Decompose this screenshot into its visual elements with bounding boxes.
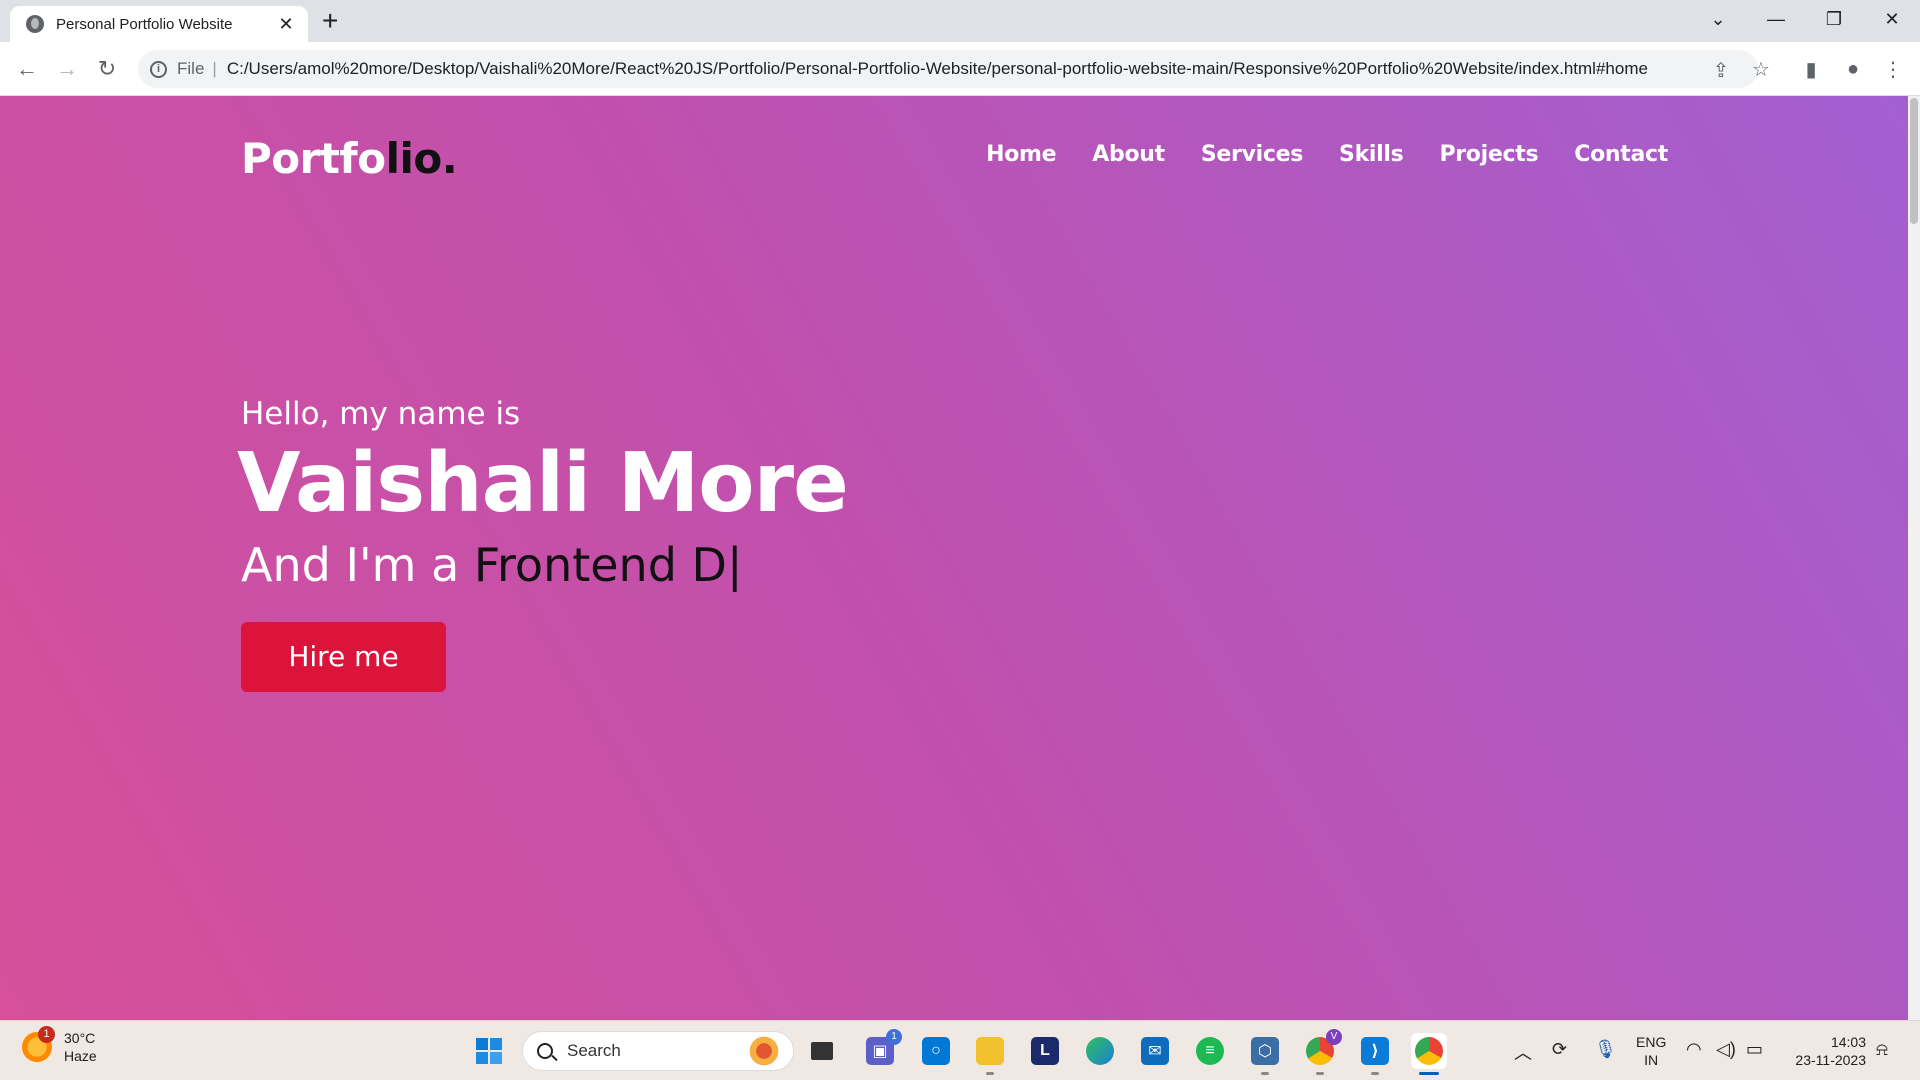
- logo-part-dark: lio.: [385, 134, 458, 183]
- hero-greeting: Hello, my name is: [241, 396, 521, 432]
- site-info-icon[interactable]: i: [150, 60, 167, 78]
- scrollbar-thumb[interactable]: [1910, 98, 1918, 224]
- hexagon-app-icon: ⬡: [1251, 1037, 1279, 1065]
- reload-icon[interactable]: ↻: [92, 54, 122, 84]
- file-explorer-app[interactable]: [972, 1033, 1008, 1075]
- windows-taskbar: 1 30°C Haze Search ▣ 1 ○ L ✉ ≡ ⬡ V ⟩ ︿ ⟳…: [0, 1020, 1920, 1080]
- cortana-ring-icon: ○: [922, 1037, 950, 1065]
- address-bar[interactable]: i File | C:/Users/amol%20more/Desktop/Va…: [138, 50, 1758, 88]
- page-scrollbar[interactable]: [1908, 96, 1920, 1020]
- globe-icon: [26, 15, 44, 33]
- hero-name: Vaishali More: [237, 436, 849, 531]
- edge-app[interactable]: [1082, 1033, 1118, 1069]
- hero-role-typed: Frontend D|: [473, 538, 743, 592]
- url-separator: |: [212, 59, 217, 78]
- hero-section: Hello, my name is Vaishali More And I'm …: [237, 396, 849, 692]
- active-indicator: [1419, 1072, 1439, 1075]
- browser-tab-strip: Personal Portfolio Website ✕ + ⌄ — ❐ ✕: [0, 0, 1920, 42]
- close-window-button[interactable]: ✕: [1864, 0, 1920, 38]
- spotify-icon: ≡: [1196, 1037, 1224, 1065]
- nav-projects[interactable]: Projects: [1439, 142, 1538, 167]
- windows-logo-icon: [476, 1038, 502, 1064]
- teams-badge: 1: [886, 1029, 902, 1045]
- tab-title: Personal Portfolio Website: [56, 15, 233, 33]
- language-indicator[interactable]: ENG IN: [1636, 1033, 1666, 1069]
- task-view-icon: [811, 1042, 833, 1060]
- chrome-profile-badge: V: [1326, 1029, 1342, 1045]
- url-scheme: File: [177, 59, 205, 78]
- system-clock[interactable]: 14:03 23-11-2023: [1786, 1033, 1866, 1069]
- main-nav: Home About Services Skills Projects Cont…: [986, 142, 1668, 167]
- task-view-button[interactable]: [804, 1033, 840, 1069]
- start-button[interactable]: [471, 1033, 507, 1069]
- launcher-app[interactable]: L: [1027, 1033, 1063, 1069]
- forward-arrow-icon[interactable]: →: [52, 54, 82, 84]
- hero-role-prefix: And I'm a: [241, 538, 474, 592]
- nav-about[interactable]: About: [1092, 142, 1165, 167]
- menu-kebab-icon[interactable]: ⋮: [1878, 54, 1908, 84]
- teams-app[interactable]: ▣ 1: [862, 1029, 902, 1069]
- cortana-app[interactable]: ○: [918, 1033, 954, 1069]
- close-tab-icon[interactable]: ✕: [276, 14, 296, 35]
- nav-contact[interactable]: Contact: [1574, 142, 1668, 167]
- hero-role: And I'm a Frontend D|: [241, 538, 848, 592]
- chrome-app-active[interactable]: [1411, 1033, 1447, 1075]
- region-code: IN: [1644, 1052, 1659, 1068]
- vscode-icon: ⟩: [1361, 1037, 1389, 1065]
- chrome-profile-app[interactable]: V: [1302, 1029, 1342, 1075]
- profile-avatar-icon[interactable]: ●: [1838, 54, 1868, 84]
- running-indicator: [1316, 1072, 1324, 1075]
- nav-services[interactable]: Services: [1201, 142, 1303, 167]
- microphone-icon[interactable]: 🎙: [1594, 1039, 1617, 1060]
- url-text[interactable]: C:/Users/amol%20more/Desktop/Vaishali%20…: [227, 59, 1648, 79]
- chrome-icon: [1415, 1037, 1443, 1065]
- taskbar-search-label: Search: [567, 1041, 621, 1060]
- site-logo[interactable]: Portfolio.: [241, 134, 458, 183]
- clock-time: 14:03: [1830, 1034, 1866, 1050]
- tab-search-icon[interactable]: ⌄: [1690, 0, 1746, 38]
- restore-button[interactable]: ❐: [1806, 0, 1862, 38]
- l-letter-icon: L: [1031, 1037, 1059, 1065]
- nav-home[interactable]: Home: [986, 142, 1056, 167]
- battery-icon[interactable]: ▭: [1746, 1039, 1763, 1060]
- running-indicator: [1371, 1072, 1379, 1075]
- new-tab-button[interactable]: +: [322, 6, 338, 36]
- hire-me-button[interactable]: Hire me: [241, 622, 446, 692]
- nav-skills[interactable]: Skills: [1339, 142, 1404, 167]
- folder-icon: [976, 1037, 1004, 1065]
- logo-part-white: Portfo: [241, 134, 386, 183]
- notification-bell-icon[interactable]: ⍾: [1876, 1039, 1888, 1060]
- taskbar-search[interactable]: Search: [522, 1031, 794, 1071]
- site-header: Portfolio. Home About Services Skills Pr…: [0, 96, 1908, 220]
- sync-icon[interactable]: ⟳: [1552, 1039, 1567, 1060]
- vscode-app[interactable]: ⟩: [1357, 1033, 1393, 1075]
- search-icon: [537, 1043, 553, 1059]
- settings-hex-app[interactable]: ⬡: [1247, 1033, 1283, 1075]
- tray-overflow-chevron-icon[interactable]: ︿: [1514, 1039, 1532, 1065]
- minimize-button[interactable]: —: [1748, 0, 1804, 38]
- weather-badge: 1: [38, 1026, 55, 1043]
- back-arrow-icon[interactable]: ←: [12, 54, 42, 84]
- wifi-icon[interactable]: ◠: [1686, 1039, 1702, 1060]
- mail-app[interactable]: ✉: [1137, 1033, 1173, 1069]
- mail-envelope-icon: ✉: [1141, 1037, 1169, 1065]
- side-panel-icon[interactable]: ▮: [1796, 54, 1826, 84]
- page-viewport: Portfolio. Home About Services Skills Pr…: [0, 96, 1908, 1020]
- share-icon[interactable]: ⇪: [1706, 55, 1736, 85]
- running-indicator: [1261, 1072, 1269, 1075]
- weather-sun-icon: 1: [22, 1026, 55, 1062]
- clock-date: 23-11-2023: [1795, 1052, 1866, 1068]
- bookmark-star-icon[interactable]: ☆: [1746, 54, 1776, 84]
- language-code: ENG: [1636, 1034, 1667, 1050]
- weather-widget[interactable]: 1 30°C Haze: [22, 1026, 97, 1065]
- weather-temperature: 30°C: [64, 1030, 96, 1046]
- volume-icon[interactable]: ◁): [1716, 1039, 1736, 1060]
- spotify-app[interactable]: ≡: [1192, 1033, 1228, 1069]
- browser-tab[interactable]: Personal Portfolio Website ✕: [10, 6, 308, 42]
- search-highlight-icon: [743, 1036, 785, 1066]
- browser-toolbar: ← → ↻ i File | C:/Users/amol%20more/Desk…: [0, 42, 1920, 96]
- edge-browser-icon: [1086, 1037, 1114, 1065]
- running-indicator: [986, 1072, 994, 1075]
- weather-description: Haze: [64, 1048, 97, 1064]
